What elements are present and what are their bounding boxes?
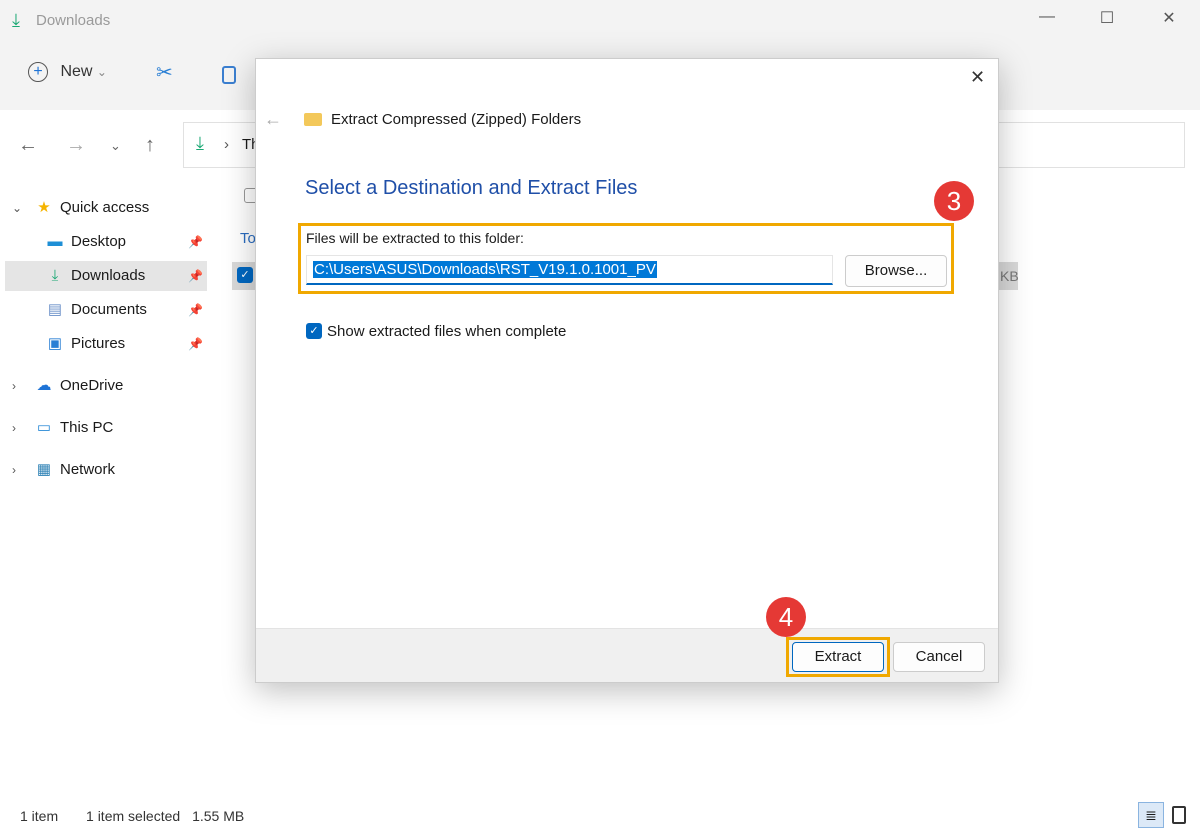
computer-icon: ▭	[36, 419, 52, 436]
show-files-checkbox[interactable]: ✓	[306, 323, 322, 339]
window-title: Downloads	[36, 12, 111, 29]
close-button[interactable]: ✕	[1154, 8, 1184, 28]
selected-size: 1.55 MB	[192, 808, 245, 824]
breadcrumb-separator: ›	[224, 136, 229, 153]
sidebar-item-pictures[interactable]: ▣ Pictures 📌	[0, 329, 210, 359]
up-icon[interactable]: ↑	[145, 134, 155, 157]
pin-icon[interactable]: 📌	[188, 329, 203, 359]
item-count: 1 item	[20, 808, 59, 824]
expand-chevron-icon[interactable]: ›	[12, 413, 16, 443]
back-icon[interactable]: ←	[264, 109, 282, 130]
path-value: C:\Users\ASUS\Downloads\RST_V19.1.0.1001…	[313, 261, 657, 278]
folder-label: Files will be extracted to this folder:	[306, 230, 524, 246]
expand-chevron-icon[interactable]: ›	[12, 455, 16, 485]
dialog-heading: Select a Destination and Extract Files	[305, 177, 638, 199]
sidebar-item-quick-access[interactable]: ⌄ ★ Quick access	[0, 193, 210, 223]
download-icon: ⤓	[196, 133, 204, 153]
expand-chevron-icon[interactable]: ›	[12, 371, 16, 401]
file-size: KB	[1000, 268, 1019, 284]
status-bar: 1 item 1 item selected 1.55 MB	[20, 808, 244, 824]
back-icon[interactable]: ←	[18, 134, 38, 157]
browse-button[interactable]: Browse...	[845, 255, 947, 287]
details-view-button[interactable]: ≣	[1138, 802, 1164, 828]
chevron-down-icon: ⌄	[96, 65, 107, 80]
copy-icon[interactable]	[222, 66, 236, 84]
cancel-button[interactable]: Cancel	[893, 642, 985, 672]
dialog-close-button[interactable]: ✕	[970, 67, 985, 88]
step3-badge: 3	[934, 181, 974, 221]
zip-folder-icon	[304, 113, 322, 126]
sidebar-item-label: Downloads	[71, 267, 146, 284]
sidebar-item-label: Desktop	[71, 233, 127, 250]
cloud-icon: ☁	[36, 377, 52, 394]
documents-icon: ▤	[47, 301, 63, 318]
forward-icon[interactable]: →	[66, 134, 86, 157]
sidebar-item-onedrive[interactable]: › ☁ OneDrive	[0, 371, 210, 401]
sidebar-item-label: Documents	[71, 301, 147, 318]
maximize-button[interactable]: ☐	[1092, 8, 1122, 28]
download-icon: ⤓	[51, 267, 59, 284]
network-icon: ▦	[36, 461, 52, 478]
plus-circle-icon: +	[28, 62, 48, 82]
row-checkbox[interactable]: ✓	[237, 267, 253, 283]
selected-count: 1 item selected	[86, 808, 181, 824]
sidebar-item-label: This PC	[60, 419, 114, 436]
new-label: New	[60, 63, 93, 81]
pin-icon[interactable]: 📌	[188, 295, 203, 325]
sidebar-item-label: OneDrive	[60, 377, 124, 394]
tiles-view-button[interactable]	[1172, 806, 1186, 824]
dialog-header: Extract Compressed (Zipped) Folders	[331, 111, 582, 128]
cut-icon[interactable]: ✂	[156, 60, 173, 85]
new-button[interactable]: + New ⌄	[28, 62, 107, 82]
pin-icon[interactable]: 📌	[188, 261, 203, 291]
expand-chevron-icon[interactable]: ⌄	[12, 193, 22, 223]
extract-button[interactable]: Extract	[792, 642, 884, 672]
pictures-icon: ▣	[47, 335, 63, 352]
step4-badge: 4	[766, 597, 806, 637]
recent-chevron-icon[interactable]: ⌄	[110, 138, 121, 154]
sidebar-item-downloads[interactable]: ⤓ Downloads 📌	[5, 261, 207, 291]
group-header[interactable]: To	[240, 230, 256, 247]
show-files-label[interactable]: Show extracted files when complete	[327, 323, 566, 340]
sidebar-item-this-pc[interactable]: › ▭ This PC	[0, 413, 210, 443]
sidebar-item-network[interactable]: › ▦ Network	[0, 455, 210, 485]
sidebar-item-label: Network	[60, 461, 116, 478]
sidebar-item-label: Quick access	[60, 199, 150, 216]
pin-icon[interactable]: 📌	[188, 227, 203, 257]
path-input[interactable]: C:\Users\ASUS\Downloads\RST_V19.1.0.1001…	[306, 255, 833, 285]
minimize-button[interactable]: —	[1032, 8, 1062, 26]
sidebar-item-documents[interactable]: ▤ Documents 📌	[0, 295, 210, 325]
download-icon: ⤓	[12, 10, 20, 30]
sidebar-item-desktop[interactable]: ▬ Desktop 📌	[0, 227, 210, 257]
sidebar-item-label: Pictures	[71, 335, 126, 352]
desktop-icon: ▬	[47, 233, 63, 250]
extract-dialog: ✕ ← Extract Compressed (Zipped) Folders …	[255, 58, 999, 683]
star-icon: ★	[37, 199, 51, 216]
